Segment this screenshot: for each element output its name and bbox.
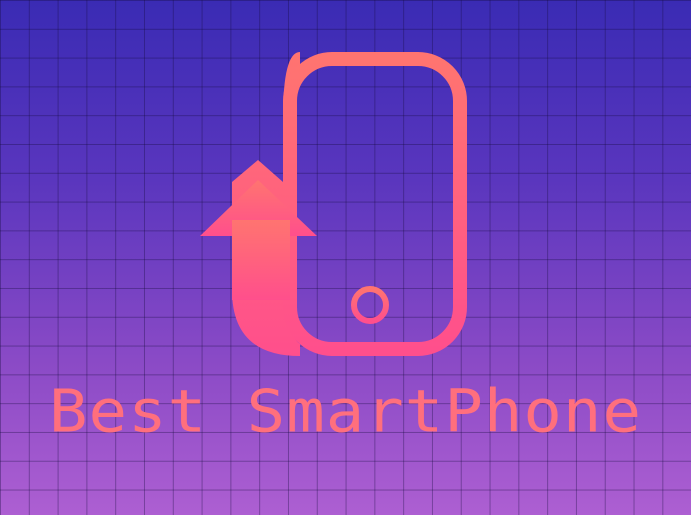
phone-outline (283, 52, 467, 356)
upgrade-arrow-shaft (232, 220, 290, 300)
brand-name: Best SmartPhone (49, 377, 642, 447)
phone-home-button (351, 286, 389, 324)
